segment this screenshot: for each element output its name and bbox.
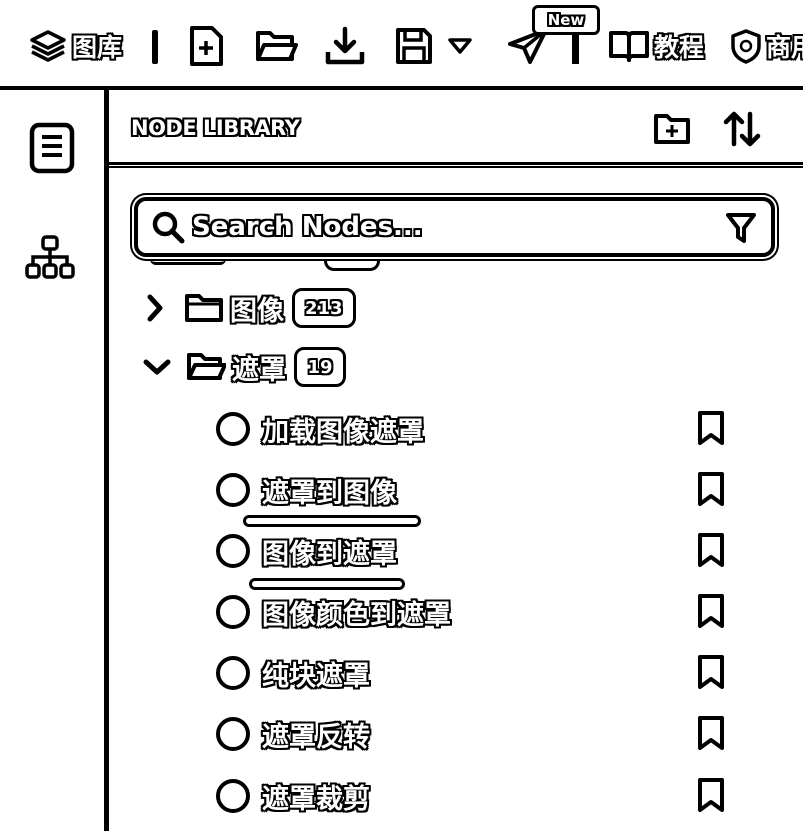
new-badge-label: New (547, 11, 585, 29)
folder-row[interactable]: 图像 213 (140, 283, 356, 333)
shield-icon (731, 29, 761, 64)
panel-title: NODE LIBRARY (131, 116, 300, 140)
tutorial-button[interactable]: 教程 (608, 26, 704, 66)
save-button[interactable] (394, 26, 434, 66)
bookmark-icon[interactable] (696, 715, 726, 751)
node-library-tab[interactable] (28, 122, 76, 178)
commercial-button[interactable]: 商用 (730, 26, 803, 66)
node-status-dot (216, 534, 250, 568)
bookmark-icon[interactable] (696, 777, 726, 813)
sort-button[interactable] (723, 110, 761, 152)
rail-border (104, 90, 109, 831)
node-item[interactable]: 加载图像遮罩 (214, 404, 734, 454)
layers-icon (30, 30, 66, 62)
commercial-label: 商用 (766, 33, 803, 62)
save-icon (396, 28, 432, 64)
folder-name: 遮罩 (232, 354, 286, 386)
header-divider (109, 162, 803, 168)
bookmark-icon[interactable] (696, 410, 726, 446)
search-box[interactable]: Search Nodes... (134, 197, 775, 257)
count-badge: 213 (292, 288, 356, 328)
chevron-right-icon (147, 294, 163, 322)
node-item[interactable]: 纯块遮罩 (214, 648, 734, 698)
document-list-icon (29, 122, 75, 174)
node-label: 加载图像遮罩 (262, 417, 424, 448)
node-tree-tab[interactable] (24, 234, 76, 284)
save-dropdown-button[interactable] (446, 26, 474, 66)
folder-open-icon (256, 31, 298, 61)
new-file-button[interactable] (186, 26, 226, 66)
node-item[interactable]: 遮罩裁剪 (214, 771, 734, 821)
node-label: 遮罩反转 (262, 722, 370, 753)
bookmark-icon[interactable] (696, 593, 726, 629)
folder-open-icon (187, 353, 226, 380)
library-label: 图库 (72, 33, 123, 62)
node-item[interactable]: 图像到遮罩 (214, 526, 734, 576)
sort-arrows-icon (723, 111, 761, 147)
new-badge[interactable]: New (532, 5, 600, 35)
download-button[interactable] (324, 26, 366, 66)
tutorial-label: 教程 (654, 33, 705, 62)
folder-name: 图像 (230, 295, 284, 327)
node-label: 图像颜色到遮罩 (262, 600, 451, 631)
top-toolbar: 图库 New 教程 商 (0, 0, 803, 88)
node-status-dot (216, 595, 250, 629)
node-status-dot (216, 717, 250, 751)
filter-icon[interactable] (725, 211, 757, 245)
folder-icon (185, 294, 223, 322)
node-label: 纯块遮罩 (262, 661, 370, 692)
node-label: 遮罩到图像 (262, 478, 397, 509)
count-badge: 19 (294, 347, 346, 387)
node-label: 图像到遮罩 (262, 539, 397, 570)
bookmark-icon[interactable] (696, 471, 726, 507)
search-icon (152, 211, 185, 244)
bookmark-icon[interactable] (696, 654, 726, 690)
hierarchy-icon (25, 235, 75, 279)
toolbar-separator (152, 30, 158, 64)
new-folder-button[interactable] (653, 112, 691, 150)
open-folder-button[interactable] (254, 26, 298, 66)
node-status-dot (216, 412, 250, 446)
download-icon (325, 26, 365, 65)
chevron-down-icon (143, 359, 171, 375)
folder-add-icon (654, 114, 690, 144)
node-item[interactable]: 遮罩到图像 (214, 465, 734, 515)
caret-down-icon (448, 38, 472, 54)
node-item[interactable]: 图像颜色到遮罩 (214, 587, 734, 637)
count-value: 19 (307, 356, 333, 378)
library-button[interactable]: 图库 (28, 26, 122, 66)
node-status-dot (216, 779, 250, 813)
new-file-icon (190, 26, 223, 66)
search-box-shadow (324, 255, 380, 271)
new-badge-post (572, 34, 579, 64)
book-icon (609, 31, 649, 62)
search-input[interactable]: Search Nodes... (192, 212, 423, 242)
panel-header: NODE LIBRARY (109, 90, 803, 168)
left-rail (0, 90, 106, 831)
node-item[interactable]: 遮罩反转 (214, 709, 734, 759)
folder-row[interactable]: 遮罩 19 (140, 342, 346, 392)
node-label: 遮罩裁剪 (262, 784, 370, 815)
node-status-dot (216, 473, 250, 507)
bookmark-icon[interactable] (696, 532, 726, 568)
count-value: 213 (305, 297, 343, 319)
node-status-dot (216, 656, 250, 690)
